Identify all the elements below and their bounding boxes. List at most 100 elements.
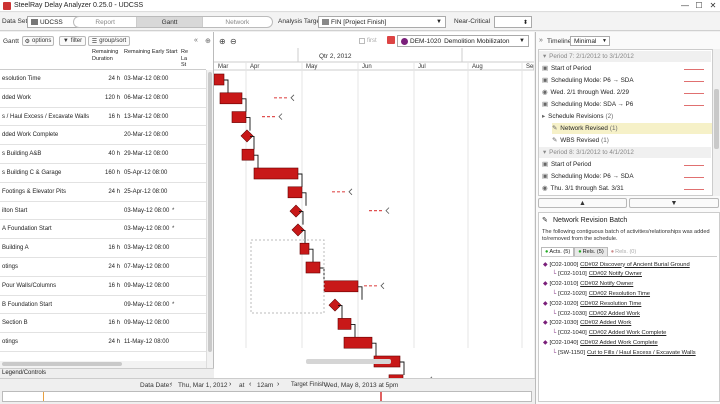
timeline-item[interactable]: ▣Start of Period — [542, 63, 712, 74]
table-row[interactable]: Footings & Elevator Pits 24 h 25-Apr-12 … — [0, 183, 206, 202]
scrollbar-thumb[interactable] — [208, 72, 212, 352]
maximize-button[interactable]: ☐ — [692, 1, 706, 10]
gantt-bar[interactable] — [344, 337, 372, 348]
date-slider[interactable] — [2, 391, 532, 402]
col-remaining-late-start[interactable]: Re La St — [181, 49, 189, 69]
collapse-right-icon[interactable]: » — [539, 37, 543, 44]
col-remaining-early-start[interactable]: Remaining Early Start — [124, 49, 180, 56]
timeline-item[interactable]: ▣Scheduling Mode: P6 → SDA — [542, 75, 712, 86]
nrb-item[interactable]: └[C02-1010]CD#02 Notify Owner — [552, 270, 642, 279]
table-row[interactable]: s / Haul Excess / Excavate Walls 16 h 13… — [0, 108, 206, 127]
timeline-down-button[interactable]: ▼ — [629, 198, 719, 208]
activity-link[interactable]: CD#02 Notify Owner — [589, 271, 642, 277]
zoom-in-icon[interactable]: ⊕ — [219, 37, 226, 46]
tab-report[interactable]: Report — [74, 17, 137, 27]
table-row[interactable]: otings 24 h 07-May-12 08:00 — [0, 258, 206, 277]
timeline-item[interactable]: ▣Scheduling Mode: SDA → P6 — [542, 99, 712, 110]
tab-network[interactable]: Network — [203, 17, 272, 27]
gantt-milestone[interactable] — [290, 205, 302, 217]
gantt-bar[interactable] — [300, 243, 309, 254]
timeline-item[interactable]: ▣Start of Period — [542, 159, 712, 170]
gantt-milestone[interactable] — [329, 299, 341, 311]
table-row[interactable]: s Building C & Garage 160 h 05-Apr-12 08… — [0, 164, 206, 183]
activity-link[interactable]: CD#02 Added Work Complete — [580, 340, 658, 346]
minimize-button[interactable]: — — [678, 1, 692, 10]
gantt-bar[interactable] — [242, 149, 254, 160]
gantt-bar[interactable] — [220, 93, 242, 104]
gantt-bar[interactable] — [254, 168, 298, 179]
gantt-bar[interactable] — [306, 262, 320, 273]
near-critical-spinner[interactable]: ⬍ — [494, 16, 532, 28]
nrb-item[interactable]: ◆[C02-1010]CD#02 Notify Owner — [543, 280, 633, 289]
gantt-bar[interactable] — [232, 112, 246, 123]
table-row[interactable]: dded Work 120 h 06-Mar-12 08:00 — [0, 89, 206, 108]
timeline-item[interactable]: ◉Wed. 2/1 through Wed. 2/29 — [542, 87, 712, 98]
activity-link[interactable]: CD#02 Added Work — [589, 311, 640, 317]
table-row[interactable]: A Foundation Start 03-May-12 08:00* — [0, 220, 206, 239]
activity-link[interactable]: CD#02 Added Work — [580, 320, 631, 326]
collapse-left-icon[interactable]: « — [194, 37, 198, 44]
timeline-scrollbar[interactable] — [713, 49, 720, 196]
tab-acts[interactable]: ●Acts. (5) — [541, 247, 574, 256]
nrb-item[interactable]: ◆[C02-1030]CD#02 Added Work — [543, 319, 631, 328]
nrb-item[interactable]: └[SW-1150]Cut to Fills / Haul Excess / E… — [552, 348, 696, 357]
grid-vertical-scrollbar[interactable] — [206, 70, 213, 368]
table-row[interactable]: dded Work Complete 20-Mar-12 08:00 — [0, 126, 206, 145]
next-time-icon[interactable]: › — [277, 381, 279, 388]
analysis-target-select[interactable]: FIN [Project Finish] ▼ — [318, 16, 446, 28]
nrb-item[interactable]: ◆[C02-1020]CD#02 Resolution Time — [543, 299, 641, 308]
activity-link[interactable]: Cut to Fills / Haul Excess / Excavate Wa… — [587, 350, 696, 356]
timeline-mode-select[interactable]: Minimal ▼ — [570, 36, 610, 46]
period-header[interactable]: ▾Period 8: 3/1/2012 to 4/1/2012 — [539, 147, 711, 158]
chart-hscrollbar[interactable] — [306, 359, 391, 364]
legend-controls-bar[interactable]: Legend/Controls — [0, 368, 214, 378]
timeline-item[interactable]: ▸Schedule Revisions(2) — [542, 111, 712, 122]
filter-button[interactable]: ▼filter — [59, 36, 86, 46]
first-toggle[interactable]: first — [359, 36, 385, 46]
gantt-bar[interactable] — [214, 74, 224, 85]
table-row[interactable]: s Building A&B 40 h 29-Mar-12 08:00 — [0, 145, 206, 164]
gantt-bar[interactable] — [288, 187, 302, 198]
table-row[interactable]: B Foundation Start 09-May-12 08:00* — [0, 296, 206, 315]
activity-link[interactable]: CD#02 Discovery of Ancient Burial Ground — [580, 262, 690, 268]
gantt-bar[interactable] — [324, 281, 358, 292]
table-row[interactable]: Building A 16 h 03-May-12 08:00 — [0, 239, 206, 258]
nrb-item[interactable]: └[C02-1030]CD#02 Added Work — [552, 309, 640, 318]
gantt-bar[interactable] — [338, 318, 351, 329]
activity-link[interactable]: CD#02 Added Work Complete — [589, 330, 667, 336]
table-row[interactable]: esolution Time 24 h 03-Mar-12 08:00 — [0, 70, 206, 89]
nrb-item[interactable]: └[C02-1020]CD#02 Resolution Time — [552, 289, 650, 298]
activity-link[interactable]: CD#02 Notify Owner — [580, 281, 633, 287]
nrb-item[interactable]: └[C02-1040]CD#02 Added Work Complete — [552, 329, 666, 338]
table-row[interactable]: otings 24 h 11-May-12 08:00 — [0, 333, 206, 352]
prev-date-icon[interactable]: ‹ — [170, 381, 172, 388]
tab-gantt[interactable]: Gantt — [137, 17, 202, 27]
prev-time-icon[interactable]: ‹ — [249, 381, 251, 388]
timeline-item[interactable]: ✎WBS Revised(1) — [552, 135, 713, 146]
group-sort-button[interactable]: ☰group/sort — [88, 36, 130, 46]
table-row[interactable]: Pour Walls/Columns 16 h 09-May-12 08:00 — [0, 277, 206, 296]
activity-link[interactable]: CD#02 Resolution Time — [589, 291, 650, 297]
tab-rels-added[interactable]: ●Rels. (5) — [574, 247, 608, 256]
timeline-item[interactable]: ✎Network Revised(1) — [552, 123, 713, 134]
nrb-item[interactable]: ◆[C02-1040]CD#02 Added Work Complete — [543, 338, 658, 347]
timeline-scrollbar-thumb[interactable] — [714, 89, 719, 149]
timeline-item[interactable]: ▣Scheduling Mode: P6 → SDA — [542, 171, 712, 182]
gantt-milestone[interactable] — [241, 130, 253, 142]
table-row[interactable]: ilton Start 03-May-12 08:00* — [0, 202, 206, 221]
timeline-up-button[interactable]: ▲ — [538, 198, 627, 208]
options-button[interactable]: ⚙options — [22, 36, 54, 46]
close-button[interactable]: ✕ — [706, 1, 720, 10]
grid-horizontal-scrollbar[interactable] — [0, 361, 206, 368]
timeline-item[interactable]: ◉Thu. 3/1 through Sat. 3/31 — [542, 183, 712, 194]
period-header[interactable]: ▾Period 7: 2/1/2012 to 3/1/2012 — [539, 51, 711, 62]
activity-select[interactable]: DEM-1020 Demolition Mobilizaton ▼ — [397, 35, 529, 47]
timeline-item[interactable]: ▣Scheduling Mode: SDA → P6 — [542, 195, 712, 196]
next-date-icon[interactable]: › — [229, 381, 231, 388]
activity-link[interactable]: CD#02 Resolution Time — [580, 301, 641, 307]
zoom-icon[interactable]: ⊕ — [205, 37, 211, 45]
hscrollbar-thumb[interactable] — [2, 362, 122, 366]
first-checkbox[interactable] — [359, 38, 365, 44]
table-row[interactable]: Section B 16 h 09-May-12 08:00 — [0, 314, 206, 333]
nrb-item[interactable]: ◆[C02-1000]CD#02 Discovery of Ancient Bu… — [543, 260, 690, 269]
